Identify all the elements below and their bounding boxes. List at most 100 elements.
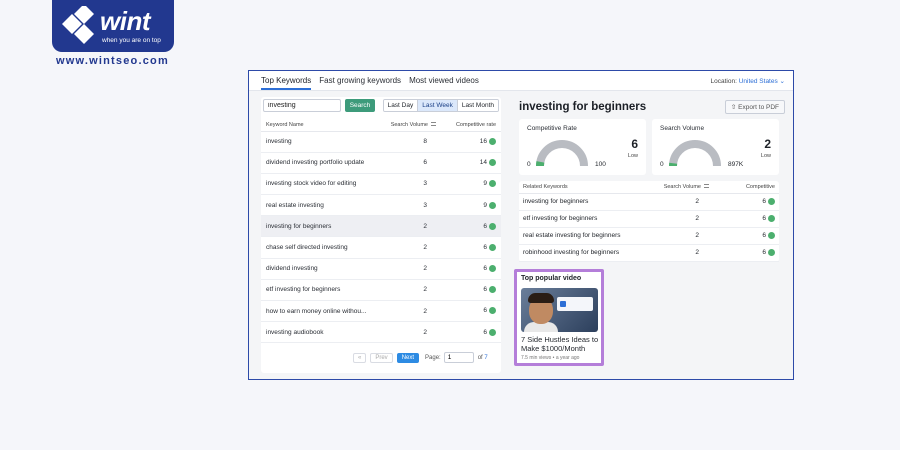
rate-value: 9 xyxy=(483,180,487,188)
period-last-day[interactable]: Last Day xyxy=(383,100,419,111)
period-last-month[interactable]: Last Month xyxy=(457,100,498,111)
status-dot-icon xyxy=(489,201,496,209)
sort-icon xyxy=(704,184,709,189)
related-keyword-name: investing for beginners xyxy=(519,193,649,211)
header-search-volume-label: Search Volume xyxy=(390,121,428,128)
competitive-rate: 6 xyxy=(441,258,501,280)
tab-bar: Top Keywords Fast growing keywords Most … xyxy=(249,71,793,91)
volume-min: 0 xyxy=(660,161,664,168)
page-input[interactable] xyxy=(443,352,474,363)
table-row[interactable]: real estate investing 3 9 xyxy=(261,194,501,217)
related-keyword-name: robinhood investing for beginners xyxy=(519,244,649,262)
header-related-competitive[interactable]: Competitive xyxy=(713,181,779,194)
keyword-name: etf investing for beginners xyxy=(261,279,381,302)
keyword-name: real estate investing xyxy=(261,194,381,217)
keyword-name: investing stock video for editing xyxy=(261,173,381,196)
thumbnail-person-hair xyxy=(528,293,554,303)
related-row[interactable]: etf investing for beginners 2 6 xyxy=(519,210,779,228)
competitive-min: 0 xyxy=(527,161,531,168)
related-rate-value: 6 xyxy=(762,198,766,206)
top-popular-video[interactable]: Top popular video 7 Side Hustles Ideas t… xyxy=(514,269,604,366)
video-title[interactable]: 7 Side Hustles Ideas to Make $1000/Month xyxy=(521,335,603,353)
status-dot-icon xyxy=(489,286,496,294)
app-window: Top Keywords Fast growing keywords Most … xyxy=(248,70,794,380)
status-dot-icon xyxy=(768,214,775,222)
related-keywords: Related Keywords Search Volume Competiti… xyxy=(519,181,779,262)
next-button[interactable]: Next xyxy=(396,352,420,363)
related-keyword-name: etf investing for beginners xyxy=(519,210,649,228)
location-selector[interactable]: Location: United States ⌄ xyxy=(711,77,786,85)
competitive-rate: 6 xyxy=(441,279,501,302)
competitive-max: 100 xyxy=(595,161,606,168)
tab-top-keywords[interactable]: Top Keywords xyxy=(261,76,312,90)
export-label: Export to PDF xyxy=(738,104,779,111)
detail-title: investing for beginners xyxy=(519,101,647,113)
status-dot-icon xyxy=(768,197,775,205)
header-keyword-name[interactable]: Keyword Name xyxy=(261,119,381,132)
table-row[interactable]: how to earn money online withou... 2 6 xyxy=(261,300,501,323)
competitive-rate: 14 xyxy=(441,152,501,174)
related-row[interactable]: investing for beginners 2 6 xyxy=(519,193,779,211)
search-volume: 2 xyxy=(381,236,441,259)
competitive-rate: 6 xyxy=(441,236,501,259)
site-url: www.wintseo.com xyxy=(56,55,169,67)
related-keywords-table: Related Keywords Search Volume Competiti… xyxy=(519,181,779,262)
related-rate-value: 6 xyxy=(762,215,766,223)
rate-value: 6 xyxy=(483,265,487,273)
search-volume: 2 xyxy=(381,258,441,280)
search-volume: 2 xyxy=(381,300,441,323)
search-volume: 2 xyxy=(381,215,441,238)
export-icon: ⇧ xyxy=(730,104,737,111)
search-volume: 2 xyxy=(381,321,441,344)
table-row[interactable]: dividend investing portfolio update 6 14 xyxy=(261,152,501,174)
competitive-rate: 9 xyxy=(441,194,501,217)
search-input[interactable] xyxy=(263,99,341,112)
header-related-volume-label: Search Volume xyxy=(663,183,701,190)
keyword-name: dividend investing portfolio update xyxy=(261,152,381,174)
period-last-week[interactable]: Last Week xyxy=(418,100,458,111)
related-competitive: 6 xyxy=(713,193,779,211)
first-page-icon[interactable]: « xyxy=(353,352,367,363)
table-row[interactable]: investing 8 16 xyxy=(261,131,501,153)
related-row[interactable]: robinhood investing for beginners 2 6 xyxy=(519,244,779,262)
period-selector: Last Day Last Week Last Month xyxy=(382,99,499,112)
table-row[interactable]: dividend investing 2 6 xyxy=(261,258,501,280)
related-row[interactable]: real estate investing for beginners 2 6 xyxy=(519,227,779,245)
search-volume: 8 xyxy=(381,131,441,153)
related-rate-value: 6 xyxy=(762,232,766,240)
table-row[interactable]: investing audiobook 2 6 xyxy=(261,321,501,344)
page-label: Page: xyxy=(425,354,441,361)
export-pdf-button[interactable]: ⇧ Export to PDF xyxy=(724,100,785,114)
popular-title: Top popular video xyxy=(521,275,582,282)
prev-button[interactable]: Prev xyxy=(370,352,393,363)
related-keyword-name: real estate investing for beginners xyxy=(519,227,649,245)
brand-tagline: when you are on top xyxy=(102,37,161,44)
competitive-value: 6 xyxy=(631,137,638,151)
brand-name: wint xyxy=(100,6,151,36)
total-pages: 7 xyxy=(484,354,488,361)
rate-value: 6 xyxy=(483,286,487,294)
keyword-panel: Search Last Day Last Week Last Month Key… xyxy=(261,97,501,373)
table-row[interactable]: investing for beginners 2 6 xyxy=(261,215,501,238)
related-volume: 2 xyxy=(649,227,713,245)
search-button[interactable]: Search xyxy=(345,99,375,112)
search-volume-card: Search Volume 0 897K 2 Low xyxy=(652,119,779,175)
status-dot-icon xyxy=(489,243,496,251)
search-row: Search Last Day Last Week Last Month xyxy=(263,99,499,113)
related-competitive: 6 xyxy=(713,244,779,262)
video-thumbnail[interactable] xyxy=(521,288,598,332)
keyword-name: how to earn money online withou... xyxy=(261,300,381,323)
table-row[interactable]: etf investing for beginners 2 6 xyxy=(261,279,501,302)
header-related-keywords[interactable]: Related Keywords xyxy=(519,181,649,194)
rate-value: 6 xyxy=(483,328,487,336)
tab-most-viewed-videos[interactable]: Most viewed videos xyxy=(409,76,479,90)
tab-fast-growing-keywords[interactable]: Fast growing keywords xyxy=(319,76,401,90)
header-related-volume[interactable]: Search Volume xyxy=(649,181,713,194)
header-competitive-rate[interactable]: Competitive rate xyxy=(441,119,501,132)
keyword-name: chase self directed investing xyxy=(261,236,381,259)
table-row[interactable]: chase self directed investing 2 6 xyxy=(261,236,501,259)
header-search-volume[interactable]: Search Volume xyxy=(381,119,441,132)
thumbnail-overlay-icon xyxy=(557,297,593,311)
table-row[interactable]: investing stock video for editing 3 9 xyxy=(261,173,501,196)
volume-gauge xyxy=(668,140,721,167)
